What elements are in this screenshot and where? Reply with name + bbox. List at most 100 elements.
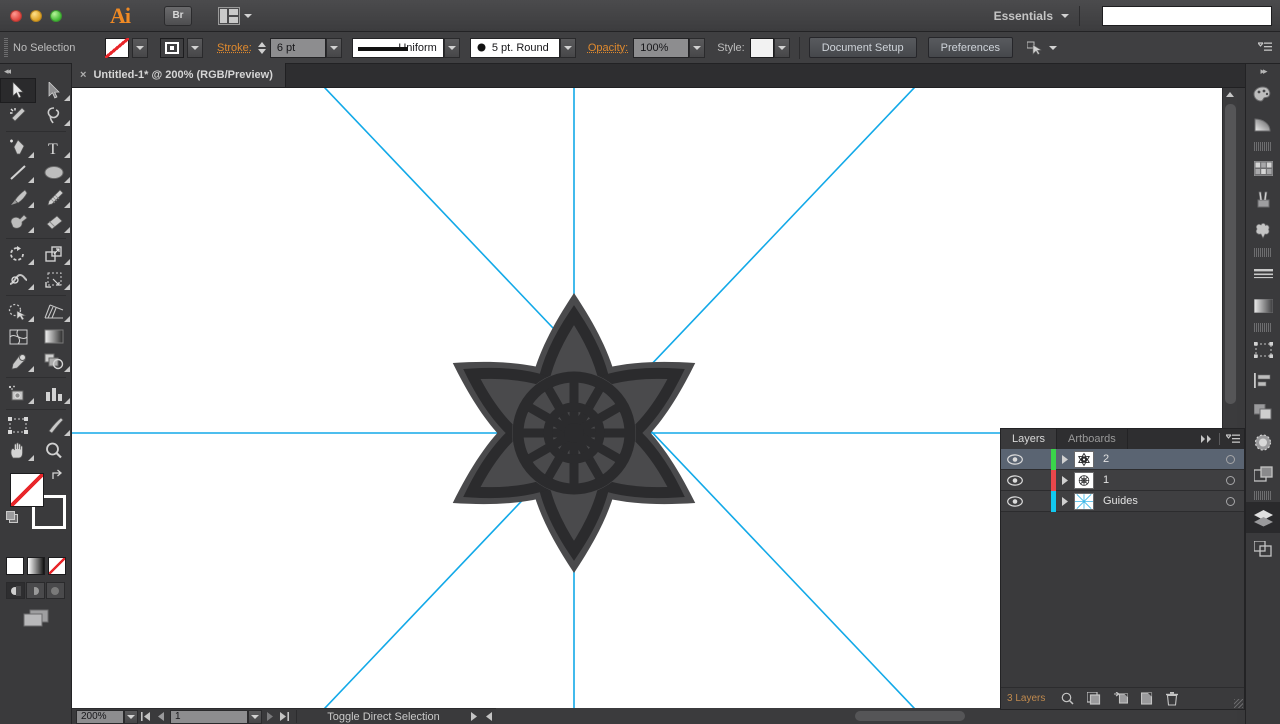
- none-button[interactable]: [47, 557, 66, 575]
- select-similar-icon[interactable]: [1026, 41, 1043, 55]
- opacity-dropdown-button[interactable]: [689, 37, 706, 58]
- default-fill-stroke-icon[interactable]: [6, 511, 18, 523]
- delete-selection-icon[interactable]: [1166, 691, 1179, 706]
- expand-panel-icon[interactable]: [1201, 435, 1213, 443]
- minimize-window-button[interactable]: [30, 9, 42, 22]
- dock-group-grip[interactable]: [1254, 491, 1272, 500]
- previous-artboard-button[interactable]: [153, 712, 168, 721]
- draw-normal-button[interactable]: [6, 582, 25, 599]
- direct-selection-tool[interactable]: [36, 78, 72, 103]
- chevron-down-icon[interactable]: [1061, 14, 1069, 18]
- stroke-profile-select[interactable]: Uniform: [351, 37, 444, 58]
- fill-color-swatch[interactable]: [10, 473, 44, 507]
- fill-swatch[interactable]: [105, 37, 129, 58]
- type-tool[interactable]: T: [36, 135, 72, 160]
- preferences-button[interactable]: Preferences: [927, 37, 1013, 58]
- line-segment-tool[interactable]: [0, 160, 36, 185]
- swap-fill-stroke-icon[interactable]: [51, 469, 65, 484]
- visibility-toggle[interactable]: [1001, 495, 1029, 507]
- paintbrush-tool[interactable]: [0, 185, 36, 210]
- workspace-switcher[interactable]: Essentials: [994, 9, 1053, 23]
- visibility-toggle[interactable]: [1001, 474, 1029, 486]
- rotate-tool[interactable]: [0, 242, 36, 267]
- links-panel-icon[interactable]: [1246, 533, 1280, 564]
- document-tab[interactable]: × Untitled-1* @ 200% (RGB/Preview): [72, 63, 286, 87]
- selection-tool[interactable]: [0, 78, 36, 103]
- control-panel-menu-button[interactable]: [1258, 42, 1272, 53]
- eyedropper-tool[interactable]: [0, 349, 36, 374]
- fill-dropdown-button[interactable]: [132, 37, 148, 58]
- color-panel-icon[interactable]: [1246, 78, 1280, 109]
- dock-group-grip[interactable]: [1254, 142, 1272, 151]
- tab-artboards[interactable]: Artboards: [1057, 429, 1128, 449]
- gradient-tool[interactable]: [36, 324, 72, 349]
- zoom-level-dropdown-button[interactable]: [124, 709, 138, 724]
- free-transform-tool[interactable]: [36, 267, 72, 292]
- stroke-weight-label[interactable]: Stroke:: [217, 42, 252, 54]
- gradient-button[interactable]: [26, 557, 45, 575]
- graphic-style-swatch[interactable]: [749, 37, 774, 58]
- eraser-tool[interactable]: [36, 210, 72, 235]
- close-icon[interactable]: ×: [80, 69, 86, 81]
- style-dropdown-button[interactable]: [773, 37, 790, 58]
- first-artboard-button[interactable]: [138, 712, 153, 721]
- opacity-label[interactable]: Opacity:: [588, 42, 628, 54]
- last-artboard-button[interactable]: [277, 712, 292, 721]
- pencil-tool[interactable]: [36, 185, 72, 210]
- tab-layers[interactable]: Layers: [1001, 429, 1058, 449]
- layer-row[interactable]: Guides: [1001, 490, 1244, 512]
- zoom-level-input[interactable]: 200%: [76, 709, 124, 724]
- stroke-weight-input[interactable]: 6 pt: [269, 37, 326, 58]
- transparency-panel-icon[interactable]: [1246, 427, 1280, 458]
- dock-group-grip[interactable]: [1254, 248, 1272, 257]
- target-indicator[interactable]: [1216, 454, 1244, 464]
- color-button[interactable]: [5, 557, 24, 575]
- layer-name[interactable]: 2: [1094, 453, 1216, 465]
- artboard-dropdown-button[interactable]: [248, 709, 262, 724]
- bridge-button[interactable]: Br: [164, 5, 192, 26]
- create-new-sublayer-icon[interactable]: [1114, 692, 1129, 705]
- appearance-panel-icon[interactable]: [1246, 458, 1280, 489]
- visibility-toggle[interactable]: [1001, 453, 1029, 465]
- stroke-profile-dropdown-button[interactable]: [443, 37, 460, 58]
- magic-wand-tool[interactable]: [0, 103, 36, 128]
- arrange-documents-button[interactable]: [218, 6, 252, 25]
- brush-definition-select[interactable]: 5 pt. Round: [469, 37, 560, 58]
- align-panel-icon[interactable]: [1246, 365, 1280, 396]
- status-menu-button[interactable]: [466, 712, 481, 721]
- blend-tool[interactable]: [36, 349, 72, 374]
- target-indicator[interactable]: [1216, 475, 1244, 485]
- scroll-up-icon[interactable]: [1226, 92, 1234, 97]
- stroke-weight-dropdown-button[interactable]: [325, 37, 342, 58]
- create-new-layer-icon[interactable]: [1141, 692, 1153, 705]
- chevron-down-icon[interactable]: [1048, 45, 1057, 50]
- status-text[interactable]: Toggle Direct Selection: [301, 711, 466, 723]
- layers-panel-icon[interactable]: [1246, 502, 1280, 533]
- perspective-grid-tool[interactable]: [36, 299, 72, 324]
- zoom-tool[interactable]: [36, 438, 72, 463]
- make-clipping-mask-icon[interactable]: [1087, 692, 1101, 705]
- stroke-weight-stepper[interactable]: [257, 41, 266, 54]
- tools-collapse-button[interactable]: ◂◂: [0, 64, 71, 78]
- brushes-panel-icon[interactable]: [1246, 184, 1280, 215]
- symbol-sprayer-tool[interactable]: [0, 381, 36, 406]
- next-artboard-button[interactable]: [262, 712, 277, 721]
- draw-inside-button[interactable]: [46, 582, 65, 599]
- hand-tool[interactable]: [0, 438, 36, 463]
- lasso-tool[interactable]: [36, 103, 72, 128]
- document-setup-button[interactable]: Document Setup: [808, 37, 917, 58]
- stroke-dropdown-button[interactable]: [187, 37, 203, 58]
- expand-layer-toggle[interactable]: [1056, 454, 1074, 464]
- horizontal-scrollbar[interactable]: [495, 708, 1237, 724]
- expand-layer-toggle[interactable]: [1056, 475, 1074, 485]
- locate-object-icon[interactable]: [1061, 692, 1074, 705]
- mesh-tool[interactable]: [0, 324, 36, 349]
- swatches-panel-icon[interactable]: [1246, 153, 1280, 184]
- target-indicator[interactable]: [1216, 496, 1244, 506]
- slice-tool[interactable]: [36, 413, 72, 438]
- maximize-window-button[interactable]: [50, 9, 62, 22]
- pathfinder-panel-icon[interactable]: [1246, 396, 1280, 427]
- layer-name[interactable]: 1: [1094, 474, 1216, 486]
- artboard-number-input[interactable]: 1: [170, 709, 248, 724]
- stroke-panel-icon[interactable]: [1246, 259, 1280, 290]
